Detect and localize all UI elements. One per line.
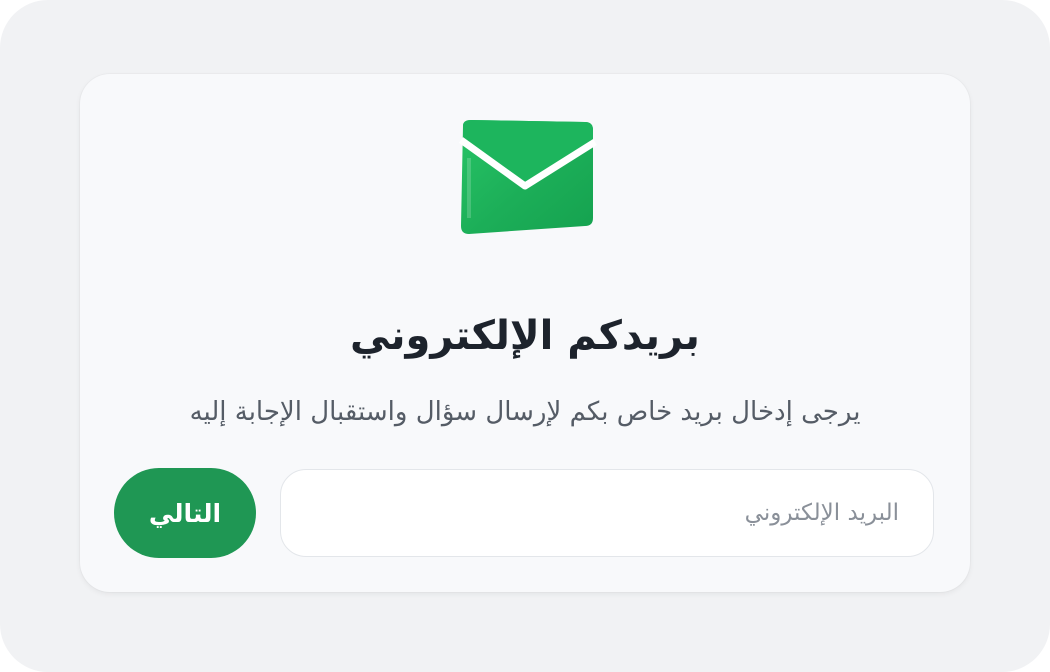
page-subtitle: يرجى إدخال بريد خاص بكم لإرسال سؤال واست… (189, 397, 861, 427)
email-input[interactable] (280, 469, 934, 557)
envelope-icon (458, 120, 597, 234)
next-button[interactable]: التالي (114, 468, 256, 558)
page-title: بريدكم الإلكتروني (350, 313, 700, 359)
page-background: بريدكم الإلكتروني يرجى إدخال بريد خاص بك… (0, 0, 1050, 672)
email-card: بريدكم الإلكتروني يرجى إدخال بريد خاص بك… (80, 74, 970, 592)
